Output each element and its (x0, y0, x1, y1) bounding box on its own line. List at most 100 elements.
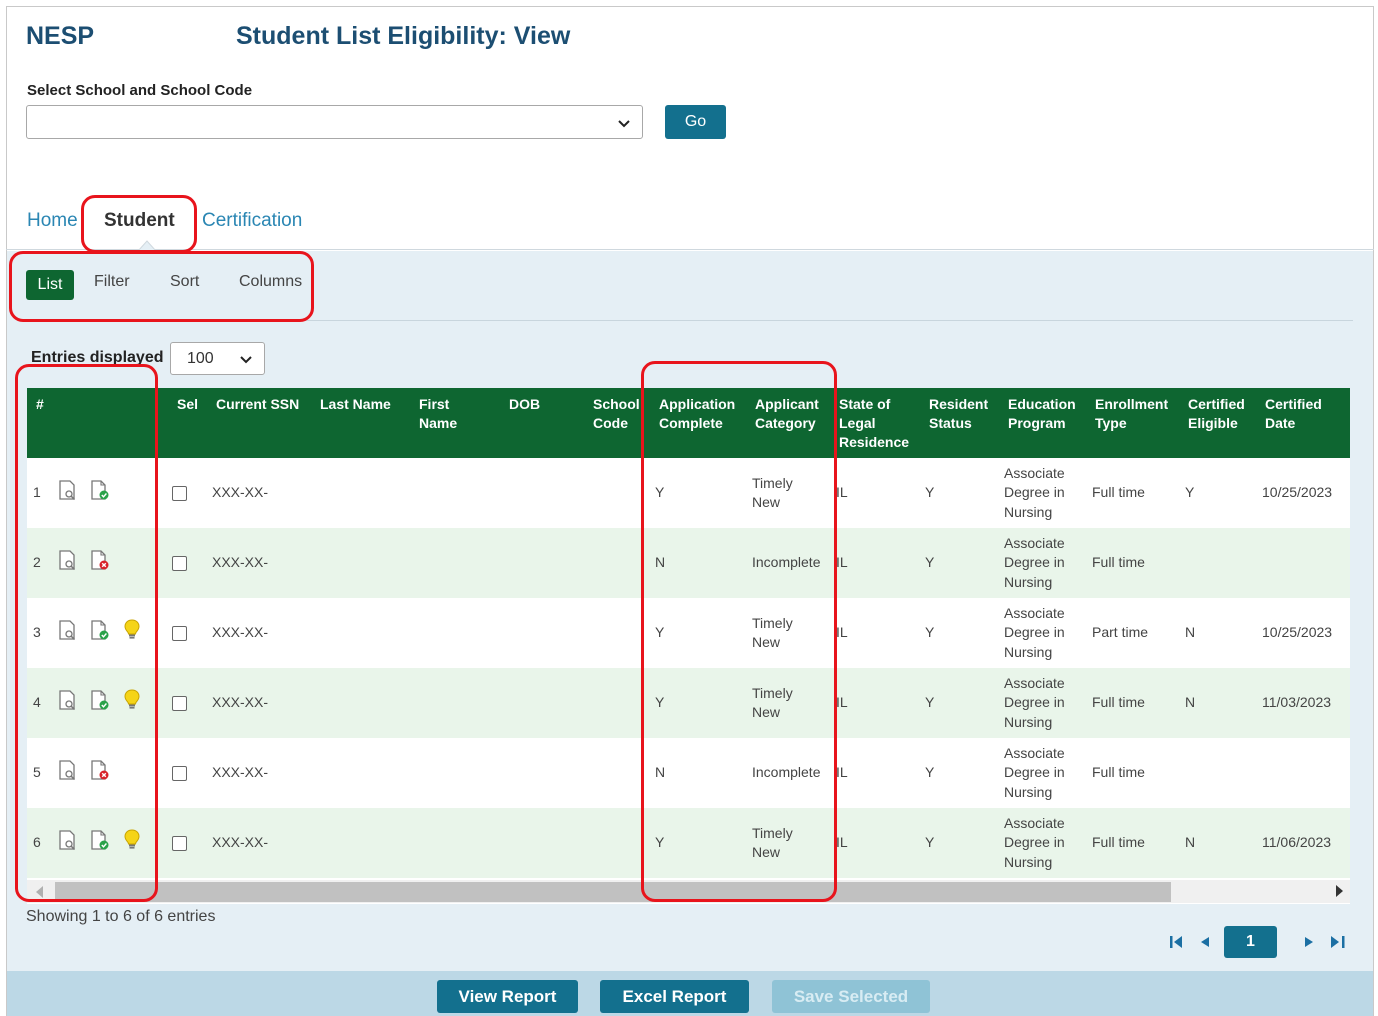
col-header-enrollment-type[interactable]: Enrollment Type (1095, 395, 1168, 433)
view-record-icon[interactable] (56, 619, 78, 641)
state-cell: IL (836, 554, 848, 571)
table-row[interactable]: 6 XXX-XX- Y Timely New IL Y Associate Degree i… (27, 808, 1350, 878)
student-panel: List Filter Sort Columns Entries display… (7, 251, 1373, 971)
state-cell: IL (836, 694, 848, 711)
school-select[interactable] (26, 105, 643, 139)
ssn-cell: XXX-XX- (212, 694, 269, 711)
certified-eligible-cell: N (1185, 694, 1196, 711)
resident-status-cell: Y (925, 694, 935, 711)
certified-eligible-cell: N (1185, 624, 1196, 641)
col-header-school-code[interactable]: School Code (593, 395, 640, 433)
col-header-first-name[interactable]: First Name (419, 395, 457, 433)
row-select-checkbox[interactable] (172, 766, 187, 781)
view-record-icon[interactable] (56, 479, 78, 501)
education-program-cell: Associate Degree in Nursing (1004, 674, 1065, 730)
col-header-applicant-category[interactable]: Applicant Category (755, 395, 819, 433)
col-header-education-program[interactable]: Education Program (1008, 395, 1076, 433)
row-select-checkbox[interactable] (172, 626, 187, 641)
certified-date-cell: 10/25/2023 (1262, 484, 1333, 501)
col-header-state[interactable]: State of Legal Residence (839, 395, 909, 452)
chevron-down-icon (618, 120, 630, 128)
page-current[interactable]: 1 (1224, 926, 1277, 958)
student-table: # Sel Current SSN Last Name First Name D… (27, 388, 1350, 904)
doc-check-icon[interactable] (88, 829, 110, 851)
lightbulb-icon[interactable] (121, 618, 143, 640)
application-complete-cell: Y (655, 834, 665, 851)
col-header-dob[interactable]: DOB (509, 395, 540, 414)
applicant-category-cell: Incomplete (752, 554, 821, 571)
certified-date-cell: 10/25/2023 (1262, 624, 1333, 641)
scroll-right-icon[interactable] (1336, 885, 1343, 897)
col-header-ssn[interactable]: Current SSN (216, 395, 299, 414)
table-row[interactable]: 4 XXX-XX- Y Timely New IL Y Associate Degree i… (27, 668, 1350, 738)
table-row[interactable]: 2 XXX-XX- N Incomplete IL Y Associate Degree i… (27, 528, 1350, 598)
view-record-icon[interactable] (56, 549, 78, 571)
last-page-icon[interactable] (1327, 926, 1349, 958)
excel-report-button[interactable]: Excel Report (600, 980, 749, 1013)
view-record-icon[interactable] (56, 829, 78, 851)
ssn-cell: XXX-XX- (212, 764, 269, 781)
applicant-category-cell: Timely New (752, 614, 793, 651)
subtab-sort[interactable]: Sort (170, 273, 199, 291)
view-record-icon[interactable] (56, 689, 78, 711)
state-cell: IL (836, 624, 848, 641)
main-tabs: Home Student Certification (6, 200, 1374, 251)
resident-status-cell: Y (925, 624, 935, 641)
row-number: 2 (33, 554, 41, 571)
col-header-last-name[interactable]: Last Name (320, 395, 391, 414)
enrollment-type-cell: Full time (1092, 694, 1145, 711)
entries-select[interactable]: 100 (170, 342, 265, 375)
scrollbar-thumb[interactable] (55, 882, 1171, 902)
lightbulb-icon[interactable] (121, 828, 143, 850)
view-record-icon[interactable] (56, 759, 78, 781)
next-page-icon[interactable] (1301, 926, 1317, 958)
col-header-certified-eligible[interactable]: Certified Eligible (1188, 395, 1245, 433)
doc-check-icon[interactable] (88, 619, 110, 641)
col-header-number[interactable]: # (36, 395, 44, 414)
chevron-down-icon (240, 356, 252, 364)
education-program-cell: Associate Degree in Nursing (1004, 744, 1065, 800)
table-row[interactable]: 5 XXX-XX- N Incomplete IL Y Associate Degree i… (27, 738, 1350, 808)
education-program-cell: Associate Degree in Nursing (1004, 814, 1065, 870)
col-header-app-complete[interactable]: Application Complete (659, 395, 735, 433)
first-page-icon[interactable] (1167, 926, 1187, 958)
state-cell: IL (836, 834, 848, 851)
doc-check-icon[interactable] (88, 479, 110, 501)
row-select-checkbox[interactable] (172, 836, 187, 851)
lightbulb-icon[interactable] (121, 688, 143, 710)
row-select-checkbox[interactable] (172, 696, 187, 711)
certified-eligible-cell: N (1185, 834, 1196, 851)
row-select-checkbox[interactable] (172, 486, 187, 501)
tab-student[interactable]: Student (104, 210, 175, 232)
col-header-certified-date[interactable]: Certified Date (1265, 395, 1322, 433)
subtab-columns[interactable]: Columns (239, 273, 302, 291)
tab-home[interactable]: Home (27, 210, 78, 232)
application-complete-cell: N (655, 764, 666, 781)
save-selected-button[interactable]: Save Selected (772, 980, 930, 1013)
horizontal-scrollbar[interactable] (27, 880, 1350, 903)
col-header-resident-status[interactable]: Resident Status (929, 395, 988, 433)
row-number: 3 (33, 624, 41, 641)
view-report-button[interactable]: View Report (437, 980, 578, 1013)
doc-check-icon[interactable] (88, 689, 110, 711)
row-select-checkbox[interactable] (172, 556, 187, 571)
table-row[interactable]: 1 XXX-XX- Y Timely New IL Y Associate Degree i… (27, 458, 1350, 528)
doc-x-icon[interactable] (88, 549, 110, 571)
subtab-filter[interactable]: Filter (94, 273, 130, 291)
school-select-label: Select School and School Code (27, 82, 253, 99)
application-complete-cell: Y (655, 484, 665, 501)
scroll-left-icon[interactable] (36, 886, 43, 898)
row-number: 5 (33, 764, 41, 781)
tab-certification[interactable]: Certification (202, 210, 302, 232)
go-button[interactable]: Go (665, 105, 726, 139)
applicant-category-cell: Timely New (752, 684, 793, 721)
subtab-list[interactable]: List (26, 270, 74, 300)
prev-page-icon[interactable] (1197, 926, 1213, 958)
application-complete-cell: Y (655, 694, 665, 711)
col-header-sel[interactable]: Sel (177, 395, 198, 414)
footer-bar: View Report Excel Report Save Selected (7, 971, 1373, 1016)
doc-x-icon[interactable] (88, 759, 110, 781)
enrollment-type-cell: Full time (1092, 554, 1145, 571)
table-row[interactable]: 3 XXX-XX- Y Timely New IL Y Associate Degree i… (27, 598, 1350, 668)
applicant-category-cell: Timely New (752, 474, 793, 511)
